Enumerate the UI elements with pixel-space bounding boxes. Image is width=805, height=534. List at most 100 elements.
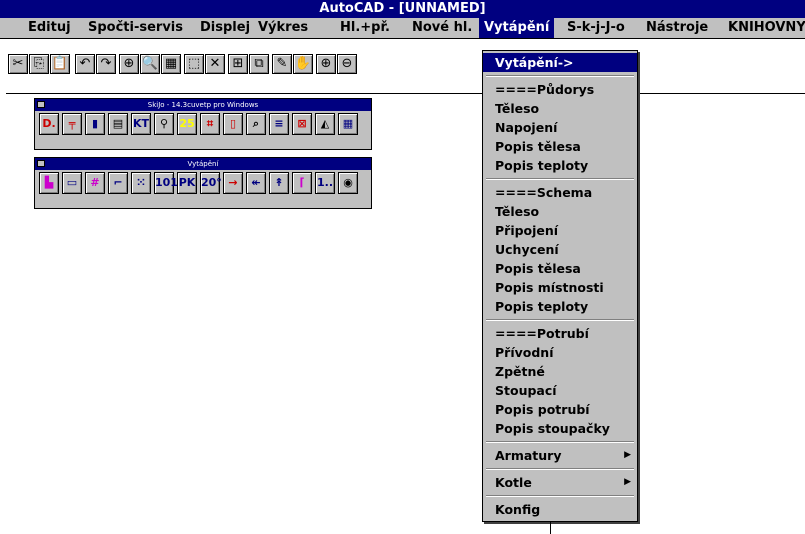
dropdown-item-12[interactable]: Popis teploty [483, 297, 637, 316]
dropdown-item-19[interactable]: Armatury ▶ [483, 446, 637, 465]
pipe-icon[interactable]: ⌐ [108, 172, 128, 194]
properties-icon[interactable]: ⧉ [249, 54, 269, 74]
magnify-icon[interactable]: ⚲ [154, 113, 174, 135]
rail-icon[interactable]: ╤ [62, 113, 82, 135]
dropdown-item-7[interactable]: Těleso [483, 202, 637, 221]
temperature-icon[interactable]: 20° [200, 172, 222, 194]
play-icon[interactable]: ◉ [338, 172, 358, 194]
dropdown-item-4[interactable]: Popis tělesa [483, 137, 637, 156]
dropdown-item-label: Těleso [495, 101, 540, 116]
menu-separator [486, 75, 634, 77]
redo-icon[interactable]: ↷ [96, 54, 116, 74]
menu-item-0[interactable]: Edituj [23, 18, 76, 38]
skijo-palette: SkiJo - 14.3cuvetp pro Windows D. ╤ ▮ ▤ KT ⚲ 2… [34, 98, 372, 150]
label-pk-icon[interactable]: PK [177, 172, 197, 194]
dropdown-item-21[interactable]: Konfig [483, 500, 637, 519]
dropdown-item-label: ====Schema [495, 185, 593, 200]
menu-item-8[interactable]: Nástroje [641, 18, 713, 38]
arrow-left-icon[interactable]: ↞ [246, 172, 266, 194]
dropdown-item-label: Popis stoupačky [495, 421, 610, 436]
number-1-icon[interactable]: 1.. [315, 172, 335, 194]
window-title: AutoCAD - [UNNAMED] [319, 1, 486, 16]
yellow-box-icon[interactable]: 25 [177, 113, 197, 135]
osnap-icon[interactable]: ✕ [205, 54, 225, 74]
connector-icon[interactable]: ▭ [62, 172, 82, 194]
dropdown-item-16[interactable]: Stoupací [483, 381, 637, 400]
zoom-window-icon[interactable]: 🔍 [140, 54, 160, 74]
dropdown-item-label: Popis potrubí [495, 402, 590, 417]
dropdown-item-15[interactable]: Zpětné [483, 362, 637, 381]
kt-icon[interactable]: KT [131, 113, 151, 135]
layers-icon[interactable]: ⊞ [228, 54, 248, 74]
grid-radiator-icon[interactable]: # [85, 172, 105, 194]
menu-item-9[interactable]: KNIHOVNY [723, 18, 805, 38]
list-icon[interactable]: ▤ [108, 113, 128, 135]
dropdown-item-label: Popis tělesa [495, 261, 581, 276]
dropdown-item-label: Napojení [495, 120, 558, 135]
dropdown-item-20[interactable]: Kotle ▶ [483, 473, 637, 492]
menu-item-7[interactable]: S-k-j-J-o [562, 18, 630, 38]
menu-separator [486, 495, 634, 497]
submenu-arrow-icon: ▶ [624, 477, 631, 487]
number-101-icon[interactable]: 101 [154, 172, 178, 194]
pan-icon[interactable]: ✋ [293, 54, 313, 74]
undo-icon[interactable]: ↶ [75, 54, 95, 74]
menu-item-2[interactable]: Displej [195, 18, 255, 38]
dropdown-item-5[interactable]: Popis teploty [483, 156, 637, 175]
dropdown-item-label: Přívodní [495, 345, 554, 360]
dropdown-item-8[interactable]: Připojení [483, 221, 637, 240]
hatch-icon[interactable]: ⌗ [200, 113, 220, 135]
radiator-icon[interactable]: ▙ [39, 172, 59, 194]
search-icon[interactable]: ⌕ [246, 113, 266, 135]
dropdown-item-1[interactable]: ====Půdorys [483, 80, 637, 99]
system-menu-icon[interactable] [37, 160, 45, 167]
dropdown-item-9[interactable]: Uchycení [483, 240, 637, 259]
dropdown-item-13[interactable]: ====Potrubí [483, 324, 637, 343]
arch-icon[interactable]: ◭ [315, 113, 335, 135]
dropdown-item-label: ====Půdorys [495, 82, 595, 97]
book-icon[interactable]: ▯ [223, 113, 243, 135]
cut-icon[interactable]: ✂ [8, 54, 28, 74]
menu-item-6[interactable]: Vytápění [479, 18, 555, 38]
calculator-icon[interactable]: ▦ [161, 54, 181, 74]
menu-separator [486, 441, 634, 443]
dropdown-item-10[interactable]: Popis tělesa [483, 259, 637, 278]
pencil-icon[interactable]: ✎ [272, 54, 292, 74]
riser-icon[interactable]: ⌈ [292, 172, 312, 194]
menu-separator [486, 178, 634, 180]
d-icon[interactable]: D. [39, 113, 59, 135]
select-window-icon[interactable]: ⬚ [184, 54, 204, 74]
palette-titlebar[interactable]: Vytápění [35, 158, 371, 170]
system-menu-icon[interactable] [37, 101, 45, 108]
menu-item-1[interactable]: Spočti-servis [83, 18, 188, 38]
dropdown-item-6[interactable]: ====Schema [483, 183, 637, 202]
panel-icon[interactable]: ▦ [338, 113, 358, 135]
menu-item-3[interactable]: Výkres [253, 18, 313, 38]
arrow-up-icon[interactable]: ↟ [269, 172, 289, 194]
zoom-in-icon[interactable]: ⊕ [316, 54, 336, 74]
dropdown-item-14[interactable]: Přívodní [483, 343, 637, 362]
arrow-right-icon[interactable]: → [223, 172, 243, 194]
menu-item-5[interactable]: Nové hl. [407, 18, 477, 38]
dropdown-item-3[interactable]: Napojení [483, 118, 637, 137]
menu-separator [486, 468, 634, 470]
snap-icon[interactable]: ⊕ [119, 54, 139, 74]
dots-icon[interactable]: ⁙ [131, 172, 151, 194]
dropdown-item-17[interactable]: Popis potrubí [483, 400, 637, 419]
dropdown-item-18[interactable]: Popis stoupačky [483, 419, 637, 438]
block-icon[interactable]: ▮ [85, 113, 105, 135]
dropdown-item-2[interactable]: Těleso [483, 99, 637, 118]
palette-titlebar[interactable]: SkiJo - 14.3cuvetp pro Windows [35, 99, 371, 111]
paste-icon[interactable]: 📋 [50, 54, 70, 74]
title-bar: AutoCAD - [UNNAMED] [0, 0, 805, 18]
zoom-out-icon[interactable]: ⊖ [337, 54, 357, 74]
dropdown-item-label: Popis teploty [495, 299, 589, 314]
dropdown-item-11[interactable]: Popis místnosti [483, 278, 637, 297]
dropdown-item-label: Popis místnosti [495, 280, 604, 295]
copy-icon[interactable]: ⎘ [29, 54, 49, 74]
menu-item-4[interactable]: Hl.+př. [335, 18, 395, 38]
grid-icon[interactable]: ⊠ [292, 113, 312, 135]
dropdown-item-0[interactable]: Vytápění-> [483, 53, 637, 72]
stack-icon[interactable]: ≡ [269, 113, 289, 135]
submenu-arrow-icon: ▶ [624, 450, 631, 460]
